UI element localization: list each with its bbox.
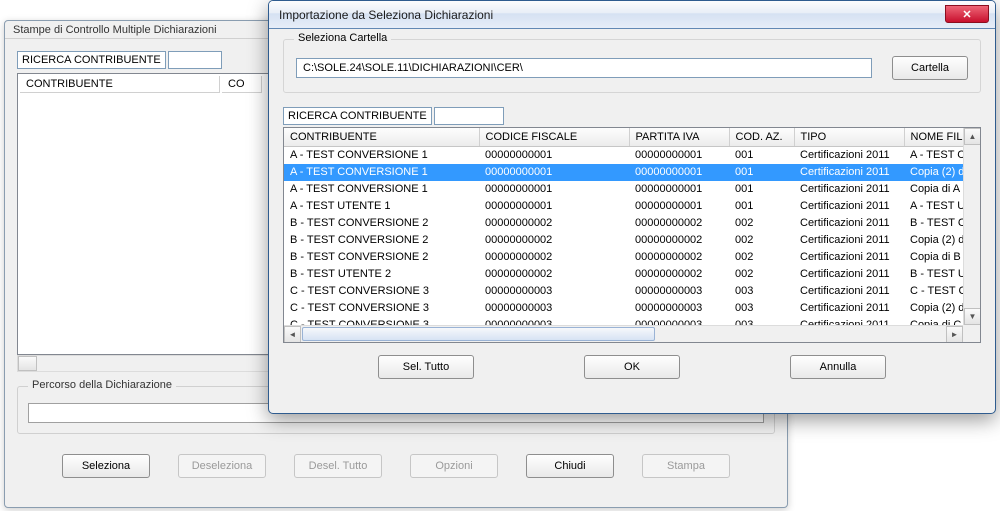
scroll-down-icon[interactable]: ▼	[964, 308, 981, 325]
folder-path-input[interactable]	[296, 58, 872, 78]
desel-tutto-button: Desel. Tutto	[294, 454, 382, 478]
deseleziona-button: Deseleziona	[178, 454, 266, 478]
chiudi-button[interactable]: Chiudi	[526, 454, 614, 478]
back-search-input[interactable]	[168, 51, 222, 69]
cell-az: 003	[729, 283, 794, 300]
cell-piva: 00000000001	[629, 147, 729, 164]
cell-tipo: Certificazioni 2011	[794, 147, 904, 164]
cell-az: 001	[729, 198, 794, 215]
table-row[interactable]: A - TEST UTENTE 100000000001000000000010…	[284, 198, 981, 215]
cell-piva: 00000000001	[629, 164, 729, 181]
cell-contribuente: B - TEST CONVERSIONE 2	[284, 249, 479, 266]
table-row[interactable]: A - TEST CONVERSIONE 1000000000010000000…	[284, 164, 981, 181]
cell-cf: 00000000001	[479, 198, 629, 215]
cell-contribuente: A - TEST UTENTE 1	[284, 198, 479, 215]
table-row[interactable]: B - TEST CONVERSIONE 2000000000020000000…	[284, 215, 981, 232]
cell-tipo: Certificazioni 2011	[794, 215, 904, 232]
seleziona-button[interactable]: Seleziona	[62, 454, 150, 478]
front-titlebar[interactable]: Importazione da Seleziona Dichiarazioni …	[269, 1, 995, 29]
ok-button[interactable]: OK	[584, 355, 680, 379]
cell-contribuente: B - TEST UTENTE 2	[284, 266, 479, 283]
cell-tipo: Certificazioni 2011	[794, 300, 904, 317]
cell-cf: 00000000002	[479, 215, 629, 232]
cell-tipo: Certificazioni 2011	[794, 181, 904, 198]
close-icon[interactable]: ✕	[945, 5, 989, 23]
cell-az: 002	[729, 232, 794, 249]
cell-cf: 00000000003	[479, 300, 629, 317]
sel-tutto-button[interactable]: Sel. Tutto	[378, 355, 474, 379]
col-cod-az[interactable]: COD. AZ.	[729, 128, 794, 147]
back-col-co[interactable]: CO	[222, 76, 262, 93]
cell-az: 001	[729, 147, 794, 164]
cell-tipo: Certificazioni 2011	[794, 164, 904, 181]
cell-cf: 00000000002	[479, 266, 629, 283]
cell-piva: 00000000002	[629, 249, 729, 266]
horizontal-scrollbar[interactable]: ◄ ►	[284, 325, 963, 342]
cell-piva: 00000000001	[629, 198, 729, 215]
cell-az: 003	[729, 300, 794, 317]
cell-cf: 00000000002	[479, 249, 629, 266]
cartella-legend: Seleziona Cartella	[294, 32, 391, 44]
cell-piva: 00000000003	[629, 283, 729, 300]
cell-piva: 00000000001	[629, 181, 729, 198]
table-row[interactable]: B - TEST UTENTE 200000000002000000000020…	[284, 266, 981, 283]
results-table-wrap: CONTRIBUENTE CODICE FISCALE PARTITA IVA …	[283, 127, 981, 343]
cell-contribuente: A - TEST CONVERSIONE 1	[284, 147, 479, 164]
cell-tipo: Certificazioni 2011	[794, 283, 904, 300]
cell-tipo: Certificazioni 2011	[794, 266, 904, 283]
cell-contribuente: A - TEST CONVERSIONE 1	[284, 164, 479, 181]
scroll-left-icon[interactable]: ◄	[284, 326, 301, 343]
cell-cf: 00000000002	[479, 232, 629, 249]
cell-piva: 00000000002	[629, 266, 729, 283]
front-search-input[interactable]	[434, 107, 504, 125]
col-partita-iva[interactable]: PARTITA IVA	[629, 128, 729, 147]
opzioni-button: Opzioni	[410, 454, 498, 478]
cell-piva: 00000000003	[629, 300, 729, 317]
scrollbar-corner	[963, 325, 980, 342]
cell-cf: 00000000003	[479, 283, 629, 300]
table-row[interactable]: C - TEST CONVERSIONE 3000000000030000000…	[284, 283, 981, 300]
cell-contribuente: B - TEST CONVERSIONE 2	[284, 232, 479, 249]
cell-contribuente: C - TEST CONVERSIONE 3	[284, 300, 479, 317]
cell-cf: 00000000001	[479, 164, 629, 181]
cell-cf: 00000000001	[479, 147, 629, 164]
cell-contribuente: C - TEST CONVERSIONE 3	[284, 283, 479, 300]
col-contribuente[interactable]: CONTRIBUENTE	[284, 128, 479, 147]
percorso-legend: Percorso della Dichiarazione	[28, 379, 176, 391]
cell-piva: 00000000002	[629, 232, 729, 249]
results-table[interactable]: CONTRIBUENTE CODICE FISCALE PARTITA IVA …	[284, 128, 981, 343]
cell-az: 002	[729, 249, 794, 266]
importazione-dialog: Importazione da Seleziona Dichiarazioni …	[268, 0, 996, 414]
table-row[interactable]: A - TEST CONVERSIONE 1000000000010000000…	[284, 147, 981, 164]
cell-az: 001	[729, 164, 794, 181]
col-codice-fiscale[interactable]: CODICE FISCALE	[479, 128, 629, 147]
cell-tipo: Certificazioni 2011	[794, 232, 904, 249]
back-search-label: RICERCA CONTRIBUENTE	[17, 51, 166, 69]
table-row[interactable]: B - TEST CONVERSIONE 2000000000020000000…	[284, 232, 981, 249]
front-window-title: Importazione da Seleziona Dichiarazioni	[279, 8, 493, 22]
cell-az: 002	[729, 266, 794, 283]
cell-az: 002	[729, 215, 794, 232]
scroll-up-icon[interactable]: ▲	[964, 128, 981, 145]
cartella-button[interactable]: Cartella	[892, 56, 968, 80]
vertical-scrollbar[interactable]: ▲ ▼	[963, 128, 980, 325]
cell-piva: 00000000002	[629, 215, 729, 232]
table-row[interactable]: C - TEST CONVERSIONE 3000000000030000000…	[284, 300, 981, 317]
cell-az: 001	[729, 181, 794, 198]
back-col-contribuente[interactable]: CONTRIBUENTE	[20, 76, 220, 93]
annulla-button[interactable]: Annulla	[790, 355, 886, 379]
cartella-fieldset: Seleziona Cartella Cartella	[283, 39, 981, 93]
cell-contribuente: B - TEST CONVERSIONE 2	[284, 215, 479, 232]
cell-tipo: Certificazioni 2011	[794, 198, 904, 215]
cell-contribuente: A - TEST CONVERSIONE 1	[284, 181, 479, 198]
col-tipo[interactable]: TIPO	[794, 128, 904, 147]
cell-cf: 00000000001	[479, 181, 629, 198]
hscroll-thumb[interactable]	[302, 327, 655, 341]
stampa-button: Stampa	[642, 454, 730, 478]
table-row[interactable]: B - TEST CONVERSIONE 2000000000020000000…	[284, 249, 981, 266]
scroll-right-icon[interactable]: ►	[946, 326, 963, 343]
front-search-label: RICERCA CONTRIBUENTE	[283, 107, 432, 125]
cell-tipo: Certificazioni 2011	[794, 249, 904, 266]
table-row[interactable]: A - TEST CONVERSIONE 1000000000010000000…	[284, 181, 981, 198]
